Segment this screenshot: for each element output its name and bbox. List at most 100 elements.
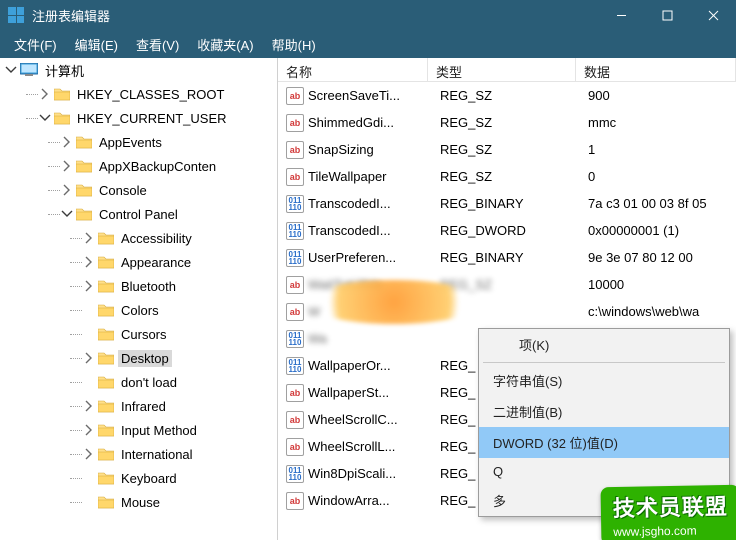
folder-icon bbox=[98, 327, 114, 341]
tree-item[interactable]: Infrared bbox=[0, 394, 277, 418]
tree-item[interactable]: Colors bbox=[0, 298, 277, 322]
tree-item[interactable]: Console bbox=[0, 178, 277, 202]
tree-item[interactable]: Accessibility bbox=[0, 226, 277, 250]
tree-item-label: Accessibility bbox=[118, 230, 195, 247]
value-name: TranscodedI... bbox=[308, 196, 440, 211]
menu-file[interactable]: 文件(F) bbox=[6, 31, 65, 58]
close-button[interactable] bbox=[690, 0, 736, 30]
list-row[interactable]: ab TileWallpaper REG_SZ 0 bbox=[278, 163, 736, 190]
list-row[interactable]: ab SnapSizing REG_SZ 1 bbox=[278, 136, 736, 163]
menu-edit[interactable]: 编辑(E) bbox=[67, 31, 126, 58]
tree-item-label: Keyboard bbox=[118, 470, 180, 487]
menu-help[interactable]: 帮助(H) bbox=[264, 31, 324, 58]
maximize-button[interactable] bbox=[644, 0, 690, 30]
value-type: REG_DWORD bbox=[440, 223, 588, 238]
value-name: TileWallpaper bbox=[308, 169, 440, 184]
chevron-right-icon[interactable] bbox=[82, 231, 96, 245]
binary-value-icon: 011110 bbox=[286, 330, 304, 348]
context-item-qword[interactable]: Q bbox=[479, 458, 729, 485]
tree-item[interactable]: Input Method bbox=[0, 418, 277, 442]
string-value-icon: ab bbox=[286, 411, 304, 429]
chevron-right-icon[interactable] bbox=[60, 135, 74, 149]
binary-value-icon: 011110 bbox=[286, 465, 304, 483]
tree-item-label: Console bbox=[96, 182, 150, 199]
chevron-right-icon[interactable] bbox=[82, 399, 96, 413]
folder-icon bbox=[98, 303, 114, 317]
value-type: REG_BINARY bbox=[440, 250, 588, 265]
string-value-icon: ab bbox=[286, 303, 304, 321]
tree-item-label: Control Panel bbox=[96, 206, 181, 223]
chevron-right-icon[interactable] bbox=[82, 279, 96, 293]
column-data[interactable]: 数据 bbox=[576, 58, 736, 81]
column-type[interactable]: 类型 bbox=[428, 58, 576, 81]
context-separator bbox=[483, 362, 725, 363]
watermark-banner: 技术员联盟 www.jsgho.com bbox=[600, 485, 736, 540]
tree-item[interactable]: HKEY_CURRENT_USER bbox=[0, 106, 277, 130]
tree-item[interactable]: don't load bbox=[0, 370, 277, 394]
tree-item[interactable]: HKEY_CLASSES_ROOT bbox=[0, 82, 277, 106]
chevron-right-icon[interactable] bbox=[82, 351, 96, 365]
list-panel[interactable]: 名称 类型 数据 ab ScreenSaveTi... REG_SZ 900 a… bbox=[278, 58, 736, 540]
menu-view[interactable]: 查看(V) bbox=[128, 31, 187, 58]
list-row[interactable]: 011110 UserPreferen... REG_BINARY 9e 3e … bbox=[278, 244, 736, 271]
watermark-url: www.jsgho.com bbox=[613, 524, 697, 539]
context-item-string[interactable]: 字符串值(S) bbox=[479, 365, 729, 396]
list-row[interactable]: ab W c:\windows\web\wa bbox=[278, 298, 736, 325]
chevron-right-icon[interactable] bbox=[82, 423, 96, 437]
minimize-button[interactable] bbox=[598, 0, 644, 30]
tree-item[interactable]: AppEvents bbox=[0, 130, 277, 154]
folder-icon bbox=[98, 447, 114, 461]
folder-icon bbox=[54, 87, 70, 101]
chevron-right-icon[interactable] bbox=[38, 87, 52, 101]
tree-item-label: don't load bbox=[118, 374, 180, 391]
tree-item[interactable]: Control Panel bbox=[0, 202, 277, 226]
tree-item-label: Mouse bbox=[118, 494, 163, 511]
value-name: Win8DpiScali... bbox=[308, 466, 440, 481]
string-value-icon: ab bbox=[286, 276, 304, 294]
string-value-icon: ab bbox=[286, 114, 304, 132]
list-row[interactable]: 011110 TranscodedI... REG_DWORD 0x000000… bbox=[278, 217, 736, 244]
folder-icon bbox=[98, 399, 114, 413]
value-name: WheelScrollC... bbox=[308, 412, 440, 427]
binary-value-icon: 011110 bbox=[286, 222, 304, 240]
chevron-down-icon[interactable] bbox=[4, 63, 18, 77]
tree-item[interactable]: Desktop bbox=[0, 346, 277, 370]
tree-item-label: Appearance bbox=[118, 254, 194, 271]
tree-item[interactable]: Keyboard bbox=[0, 466, 277, 490]
chevron-down-icon[interactable] bbox=[38, 111, 52, 125]
context-item-dword32[interactable]: DWORD (32 位)值(D) bbox=[479, 427, 729, 458]
column-name[interactable]: 名称 bbox=[278, 58, 428, 81]
folder-icon bbox=[98, 495, 114, 509]
context-item-key[interactable]: 项(K) bbox=[479, 329, 729, 360]
folder-icon bbox=[98, 231, 114, 245]
tree-panel[interactable]: 计算机 HKEY_CLASSES_ROOT HKEY_CURRENT_USER … bbox=[0, 58, 278, 540]
tree-item-label: Cursors bbox=[118, 326, 170, 343]
tree-item[interactable]: International bbox=[0, 442, 277, 466]
tree-item[interactable]: Mouse bbox=[0, 490, 277, 514]
value-type: REG_BINARY bbox=[440, 196, 588, 211]
tree-item[interactable]: AppXBackupConten bbox=[0, 154, 277, 178]
list-row[interactable]: ab ShimmedGdi... REG_SZ mmc bbox=[278, 109, 736, 136]
tree-root[interactable]: 计算机 bbox=[0, 58, 277, 82]
chevron-down-icon[interactable] bbox=[60, 207, 74, 221]
chevron-right-icon[interactable] bbox=[60, 183, 74, 197]
menu-favorites[interactable]: 收藏夹(A) bbox=[189, 31, 261, 58]
value-name: WindowArra... bbox=[308, 493, 440, 508]
tree-item[interactable]: Bluetooth bbox=[0, 274, 277, 298]
value-name: W bbox=[308, 304, 440, 319]
chevron-right-icon[interactable] bbox=[60, 159, 74, 173]
list-row[interactable]: ab ScreenSaveTi... REG_SZ 900 bbox=[278, 82, 736, 109]
context-item-binary[interactable]: 二进制值(B) bbox=[479, 396, 729, 427]
list-row[interactable]: 011110 TranscodedI... REG_BINARY 7a c3 0… bbox=[278, 190, 736, 217]
value-name: UserPreferen... bbox=[308, 250, 440, 265]
list-header: 名称 类型 数据 bbox=[278, 58, 736, 82]
chevron-right-icon[interactable] bbox=[82, 255, 96, 269]
tree-item[interactable]: Appearance bbox=[0, 250, 277, 274]
list-row[interactable]: ab WaitToKillMe REG_SZ 10000 bbox=[278, 271, 736, 298]
string-value-icon: ab bbox=[286, 438, 304, 456]
tree-item-label: Desktop bbox=[118, 350, 172, 367]
chevron-right-icon[interactable] bbox=[82, 447, 96, 461]
tree-item[interactable]: Cursors bbox=[0, 322, 277, 346]
value-type: REG_SZ bbox=[440, 142, 588, 157]
folder-icon bbox=[76, 159, 92, 173]
